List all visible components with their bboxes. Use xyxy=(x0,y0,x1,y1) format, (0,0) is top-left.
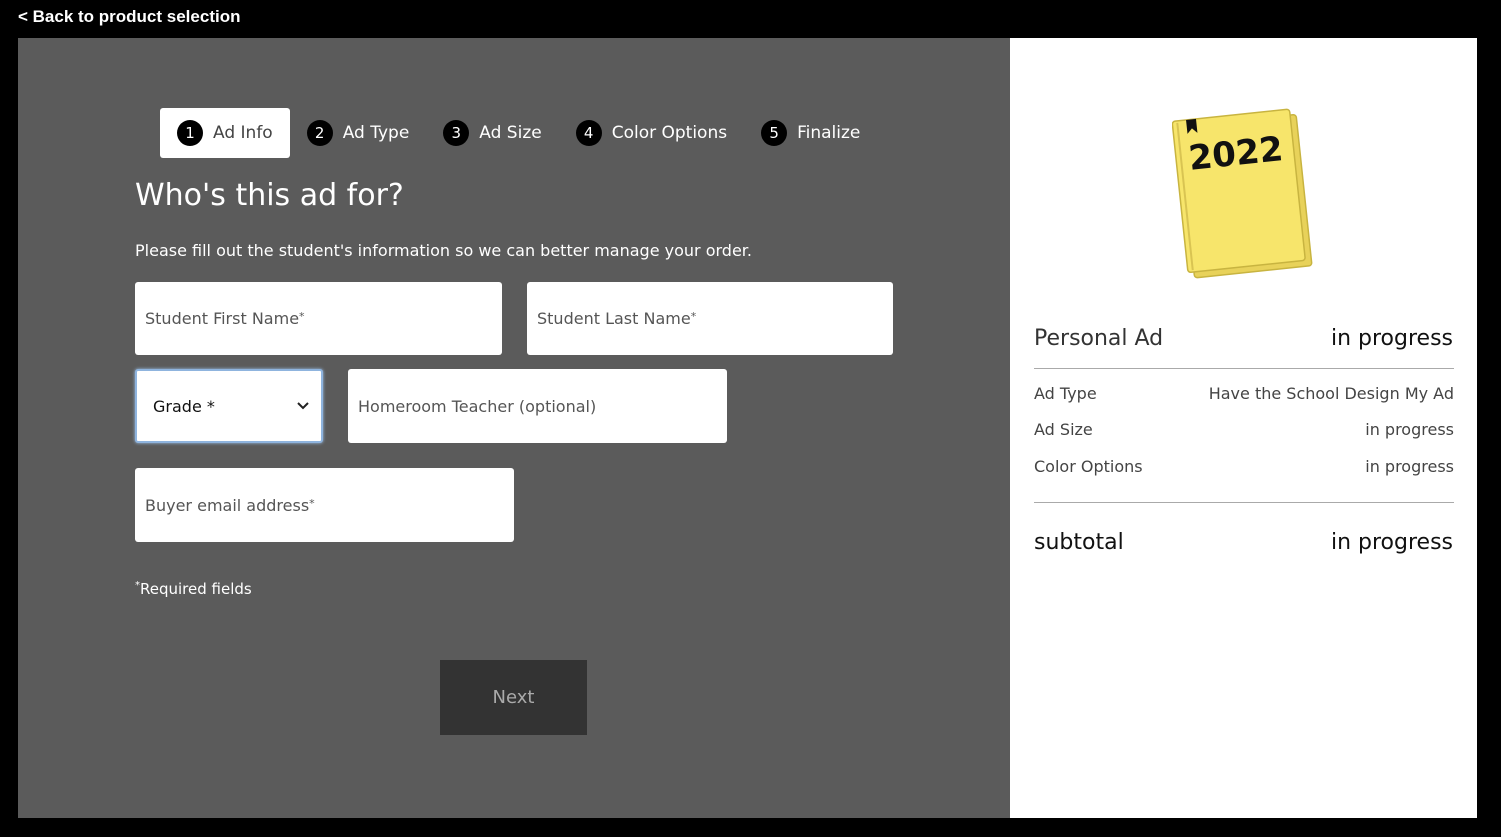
step-number-badge: 5 xyxy=(761,120,788,146)
step-number-badge: 4 xyxy=(575,120,602,146)
student-first-name-input[interactable]: Student First Name * xyxy=(135,282,502,355)
homeroom-teacher-input[interactable]: Homeroom Teacher (optional) xyxy=(348,369,727,443)
required-asterisk: * xyxy=(690,310,697,323)
required-asterisk: * xyxy=(309,496,315,510)
subtotal-label: subtotal xyxy=(1034,530,1124,555)
grade-select[interactable]: Grade * xyxy=(135,369,323,443)
form-heading: Who's this ad for? xyxy=(135,178,404,213)
placeholder-text: Buyer email address xyxy=(145,495,310,515)
summary-row-value: in progress xyxy=(1365,457,1454,476)
summary-product-status: in progress xyxy=(1330,326,1453,351)
step-color-options[interactable]: 4 Color Options xyxy=(559,108,744,158)
buyer-email-input[interactable]: Buyer email address * xyxy=(135,468,514,542)
summary-divider xyxy=(1034,502,1454,503)
grade-selected-value: Grade * xyxy=(153,396,215,416)
summary-row-value: in progress xyxy=(1365,420,1454,439)
required-note-text: Required fields xyxy=(140,580,252,598)
back-to-product-selection-link[interactable]: < Back to product selection xyxy=(18,7,240,27)
page-root: < Back to product selection 1 Ad Info 2 … xyxy=(0,0,1501,837)
summary-row-color-options: Color Options in progress xyxy=(1034,457,1454,476)
summary-row-ad-size: Ad Size in progress xyxy=(1034,420,1454,439)
step-number-badge: 2 xyxy=(306,120,333,146)
placeholder-text: Student Last Name xyxy=(537,309,691,328)
step-finalize[interactable]: 5 Finalize xyxy=(744,108,877,158)
step-label: Color Options xyxy=(611,123,728,143)
chevron-down-icon xyxy=(297,402,309,410)
required-asterisk: * xyxy=(299,310,305,323)
form-instructions: Please fill out the student's informatio… xyxy=(135,241,752,260)
summary-row-label: Ad Type xyxy=(1034,384,1097,403)
step-label: Ad Size xyxy=(479,123,542,143)
step-label: Ad Info xyxy=(213,123,273,143)
summary-divider xyxy=(1034,368,1454,369)
yearbook-icon: 2022 xyxy=(1172,108,1313,279)
step-number-badge: 1 xyxy=(177,120,203,146)
student-last-name-input[interactable]: Student Last Name * xyxy=(527,282,893,355)
order-summary-panel: 2022 Personal Ad in progress Ad Type Hav… xyxy=(1010,38,1477,818)
step-ad-size[interactable]: 3 Ad Size xyxy=(426,108,558,158)
placeholder-text: Homeroom Teacher (optional) xyxy=(358,396,597,416)
stepper: 1 Ad Info 2 Ad Type 3 Ad Size 4 Color Op… xyxy=(160,108,877,158)
placeholder-text: Student First Name xyxy=(145,309,300,328)
subtotal-value: in progress xyxy=(1330,530,1453,555)
step-label: Ad Type xyxy=(342,123,410,143)
summary-row-label: Color Options xyxy=(1034,457,1143,476)
step-number-badge: 3 xyxy=(443,120,470,146)
summary-row-value: Have the School Design My Ad xyxy=(1208,384,1454,403)
summary-row-ad-type: Ad Type Have the School Design My Ad xyxy=(1034,384,1454,403)
step-ad-info[interactable]: 1 Ad Info xyxy=(160,108,290,158)
step-label: Finalize xyxy=(797,123,861,143)
step-ad-type[interactable]: 2 Ad Type xyxy=(290,108,427,158)
summary-row-label: Ad Size xyxy=(1034,420,1093,439)
ad-form-panel: 1 Ad Info 2 Ad Type 3 Ad Size 4 Color Op… xyxy=(18,38,1010,818)
summary-product-title: Personal Ad xyxy=(1034,326,1164,351)
required-fields-note: *Required fields xyxy=(135,580,252,598)
next-button[interactable]: Next xyxy=(440,660,587,735)
